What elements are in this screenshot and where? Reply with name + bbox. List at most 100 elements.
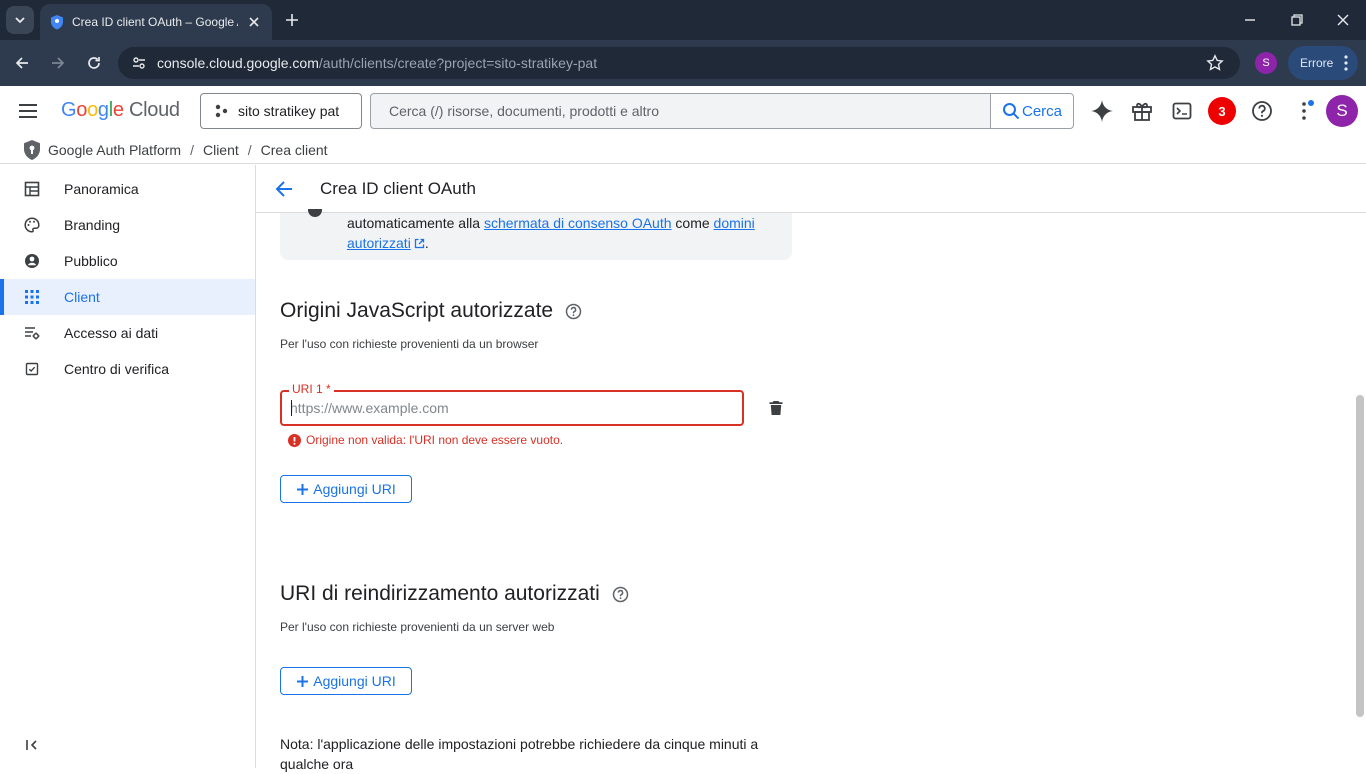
js-origins-heading: Origini JavaScript autorizzate	[280, 299, 582, 323]
propagation-note: Nota: l'applicazione delle impostazioni …	[280, 736, 759, 772]
more-vert-icon	[1302, 102, 1306, 120]
uri-1-label: URI 1 *	[289, 382, 334, 396]
sidebar-item-accesso-dati[interactable]: Accesso ai dati	[0, 315, 255, 351]
delete-uri-button[interactable]	[764, 396, 788, 420]
grid-icon	[22, 287, 42, 307]
info-callout-text: automaticamente alla schermata di consen…	[347, 213, 777, 253]
authorized-domains-link-part2[interactable]: autorizzati	[347, 235, 411, 251]
logo-google-text: Google	[61, 99, 124, 121]
help-icon[interactable]	[565, 303, 582, 320]
search-button[interactable]: Cerca	[990, 93, 1074, 129]
breadcrumb-create-client: Crea client	[260, 141, 328, 158]
browser-tab[interactable]: Crea ID client OAuth – Google Auth Platf…	[40, 4, 272, 40]
text-caret	[291, 400, 292, 416]
consent-screen-link[interactable]: schermata di consenso OAuth	[484, 215, 672, 231]
breadcrumb: Google Auth Platform / Client / Crea cli…	[0, 136, 1366, 164]
auth-platform-shield-icon	[24, 139, 40, 160]
add-js-origin-uri-button[interactable]: Aggiungi URI	[280, 475, 412, 503]
back-nav-button[interactable]	[10, 51, 34, 75]
uri-error-message: Origine non valida: l'URI non deve esser…	[288, 433, 563, 447]
close-icon	[1337, 14, 1349, 26]
help-button[interactable]	[1250, 99, 1274, 123]
search-button-label: Cerca	[1021, 102, 1062, 120]
sidebar-item-label: Pubblico	[64, 253, 118, 269]
forward-nav-button[interactable]	[46, 51, 70, 75]
info-text-after: .	[424, 235, 429, 251]
sidebar-item-label: Client	[64, 289, 100, 305]
new-tab-button[interactable]	[282, 10, 302, 30]
error-text: Origine non valida: l'URI non deve esser…	[306, 433, 564, 447]
sidebar-item-centro-verifica[interactable]: Centro di verifica	[0, 351, 255, 387]
site-info-button[interactable]	[124, 48, 154, 78]
trash-icon	[769, 401, 783, 415]
terminal-icon	[1172, 102, 1192, 120]
tune-icon	[133, 57, 145, 69]
add-uri-label: Aggiungi URI	[313, 481, 396, 497]
gift-button[interactable]	[1130, 99, 1154, 123]
address-bar[interactable]: console.cloud.google.com/auth/clients/cr…	[118, 47, 1240, 79]
help-icon[interactable]	[612, 586, 629, 603]
google-cloud-logo[interactable]: Google Cloud	[61, 99, 180, 122]
browser-profile-avatar[interactable]: S	[1255, 52, 1277, 74]
reload-button[interactable]	[82, 51, 106, 75]
breadcrumb-client[interactable]: Client	[203, 142, 239, 158]
browser-error-button[interactable]: Errore	[1288, 46, 1358, 80]
info-text-mid: come	[671, 215, 714, 231]
update-dot-indicator	[1308, 100, 1314, 106]
account-avatar[interactable]: S	[1326, 95, 1358, 127]
hamburger-menu-icon	[19, 104, 37, 118]
search-icon	[1002, 103, 1020, 120]
project-nodes-icon	[215, 104, 228, 118]
chevron-down-icon	[15, 17, 25, 24]
add-redirect-uri-button[interactable]: Aggiungi URI	[280, 667, 412, 695]
page-header: Crea ID client OAuth	[256, 165, 1366, 213]
browser-tab-strip: Crea ID client OAuth – Google Auth Platf…	[0, 0, 1366, 40]
minimize-button[interactable]	[1238, 8, 1262, 32]
palette-icon	[22, 215, 42, 235]
notifications-badge[interactable]: 3	[1208, 97, 1236, 125]
back-button[interactable]	[272, 177, 296, 201]
help-icon	[1252, 101, 1272, 121]
star-icon	[1206, 54, 1224, 71]
project-picker-button[interactable]: sito stratikey pat	[200, 93, 362, 129]
collapse-sidebar-button[interactable]	[20, 733, 44, 757]
project-name: sito stratikey pat	[238, 103, 340, 119]
page-title: Crea ID client OAuth	[320, 179, 476, 198]
info-icon	[308, 209, 322, 217]
sidebar-item-panoramica[interactable]: Panoramica	[0, 171, 255, 207]
plus-icon	[297, 483, 309, 495]
breadcrumb-separator: /	[190, 141, 194, 158]
sidebar-item-pubblico[interactable]: Pubblico	[0, 243, 255, 279]
cloud-shell-button[interactable]	[1170, 99, 1194, 123]
browser-toolbar: console.cloud.google.com/auth/clients/cr…	[0, 40, 1366, 86]
uri-1-input[interactable]	[290, 398, 730, 418]
redirect-uris-title: URI di reindirizzamento autorizzati	[280, 582, 600, 605]
plus-icon	[286, 14, 298, 26]
breadcrumb-auth-platform[interactable]: Google Auth Platform	[48, 142, 181, 158]
sidebar-item-client[interactable]: Client	[0, 279, 255, 315]
breadcrumb-separator: /	[247, 141, 252, 158]
tab-search-button[interactable]	[6, 6, 34, 34]
collapse-left-icon	[26, 740, 37, 750]
restore-button[interactable]	[1285, 8, 1309, 32]
arrow-left-icon	[275, 181, 292, 197]
url-path: /auth/clients/create?project=sito-strati…	[318, 55, 598, 71]
reload-icon	[88, 57, 100, 69]
gemini-button[interactable]	[1090, 99, 1114, 123]
authorized-domains-link-part1[interactable]: domini	[714, 215, 755, 231]
close-icon	[249, 17, 259, 27]
dashboard-icon	[22, 179, 42, 199]
sidebar-item-label: Panoramica	[64, 181, 139, 197]
url-text: console.cloud.google.com/auth/clients/cr…	[157, 55, 597, 71]
sidebar-item-branding[interactable]: Branding	[0, 207, 255, 243]
search-input[interactable]: Cerca (/) risorse, documenti, prodotti e…	[370, 93, 991, 129]
bookmark-star-button[interactable]	[1204, 52, 1226, 74]
page-scrollbar-thumb[interactable]	[1356, 395, 1364, 717]
account-circle-icon	[22, 251, 42, 271]
main-menu-button[interactable]	[16, 99, 40, 123]
close-window-button[interactable]	[1331, 8, 1355, 32]
tab-close-button[interactable]	[244, 12, 264, 32]
add-uri-label: Aggiungi URI	[313, 673, 396, 689]
info-text-before: automaticamente alla	[347, 215, 484, 231]
error-icon	[288, 433, 301, 447]
